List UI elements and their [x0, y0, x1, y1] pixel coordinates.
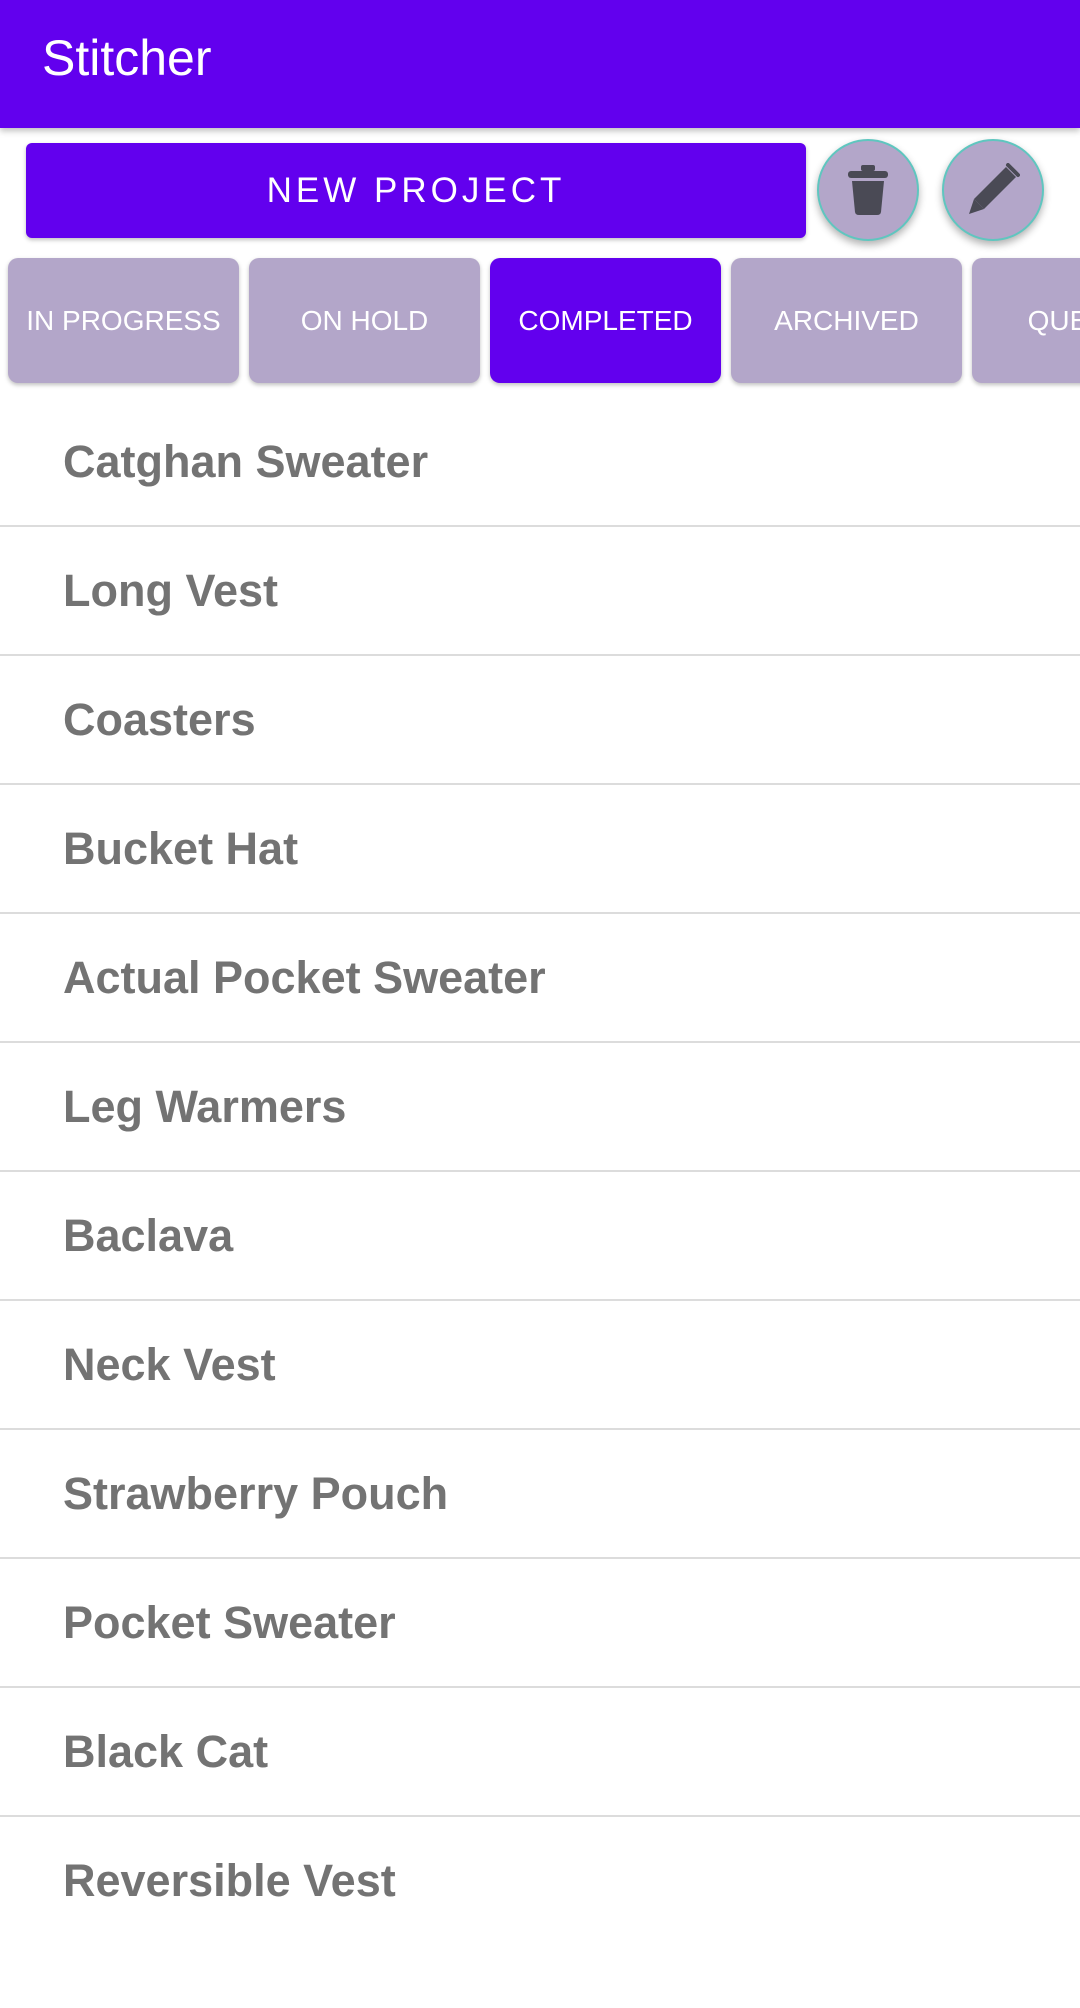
new-project-button[interactable]: NEW PROJECT [26, 143, 806, 238]
project-name: Leg Warmers [63, 1081, 347, 1132]
tab-completed[interactable]: COMPLETED [490, 258, 721, 383]
app-bar: Stitcher [0, 0, 1080, 128]
list-item[interactable]: Neck Vest [0, 1301, 1080, 1430]
list-item[interactable]: Leg Warmers [0, 1043, 1080, 1172]
list-item[interactable]: Actual Pocket Sweater [0, 914, 1080, 1043]
delete-button[interactable] [817, 139, 919, 241]
toolbar: NEW PROJECT [0, 128, 1080, 250]
project-list: Catghan Sweater Long Vest Coasters Bucke… [0, 398, 1080, 1944]
edit-button[interactable] [942, 139, 1044, 241]
project-name: Actual Pocket Sweater [63, 952, 546, 1003]
list-item[interactable]: Catghan Sweater [0, 398, 1080, 527]
project-name: Coasters [63, 694, 256, 745]
list-item[interactable]: Long Vest [0, 527, 1080, 656]
tab-queued[interactable]: QUEUED [972, 258, 1080, 383]
project-name: Catghan Sweater [63, 436, 429, 487]
project-name: Black Cat [63, 1726, 269, 1777]
pencil-icon [969, 163, 1020, 214]
app-title: Stitcher [42, 30, 212, 86]
project-name: Pocket Sweater [63, 1597, 396, 1648]
project-name: Strawberry Pouch [63, 1468, 449, 1519]
project-name: Long Vest [63, 565, 279, 616]
status-tabs: IN PROGRESS ON HOLD COMPLETED ARCHIVED Q… [0, 250, 1080, 390]
list-item[interactable]: Baclava [0, 1172, 1080, 1301]
tab-on-hold[interactable]: ON HOLD [249, 258, 480, 383]
tab-archived[interactable]: ARCHIVED [731, 258, 962, 383]
list-item[interactable]: Coasters [0, 656, 1080, 785]
list-item[interactable]: Pocket Sweater [0, 1559, 1080, 1688]
project-name: Baclava [63, 1210, 234, 1261]
list-item[interactable]: Bucket Hat [0, 785, 1080, 914]
project-name: Reversible Vest [63, 1855, 396, 1906]
tab-in-progress[interactable]: IN PROGRESS [8, 258, 239, 383]
trash-icon [848, 165, 888, 215]
list-item[interactable]: Strawberry Pouch [0, 1430, 1080, 1559]
list-item[interactable]: Black Cat [0, 1688, 1080, 1817]
project-name: Neck Vest [63, 1339, 276, 1390]
project-name: Bucket Hat [63, 823, 299, 874]
list-item[interactable]: Reversible Vest [0, 1817, 1080, 1944]
